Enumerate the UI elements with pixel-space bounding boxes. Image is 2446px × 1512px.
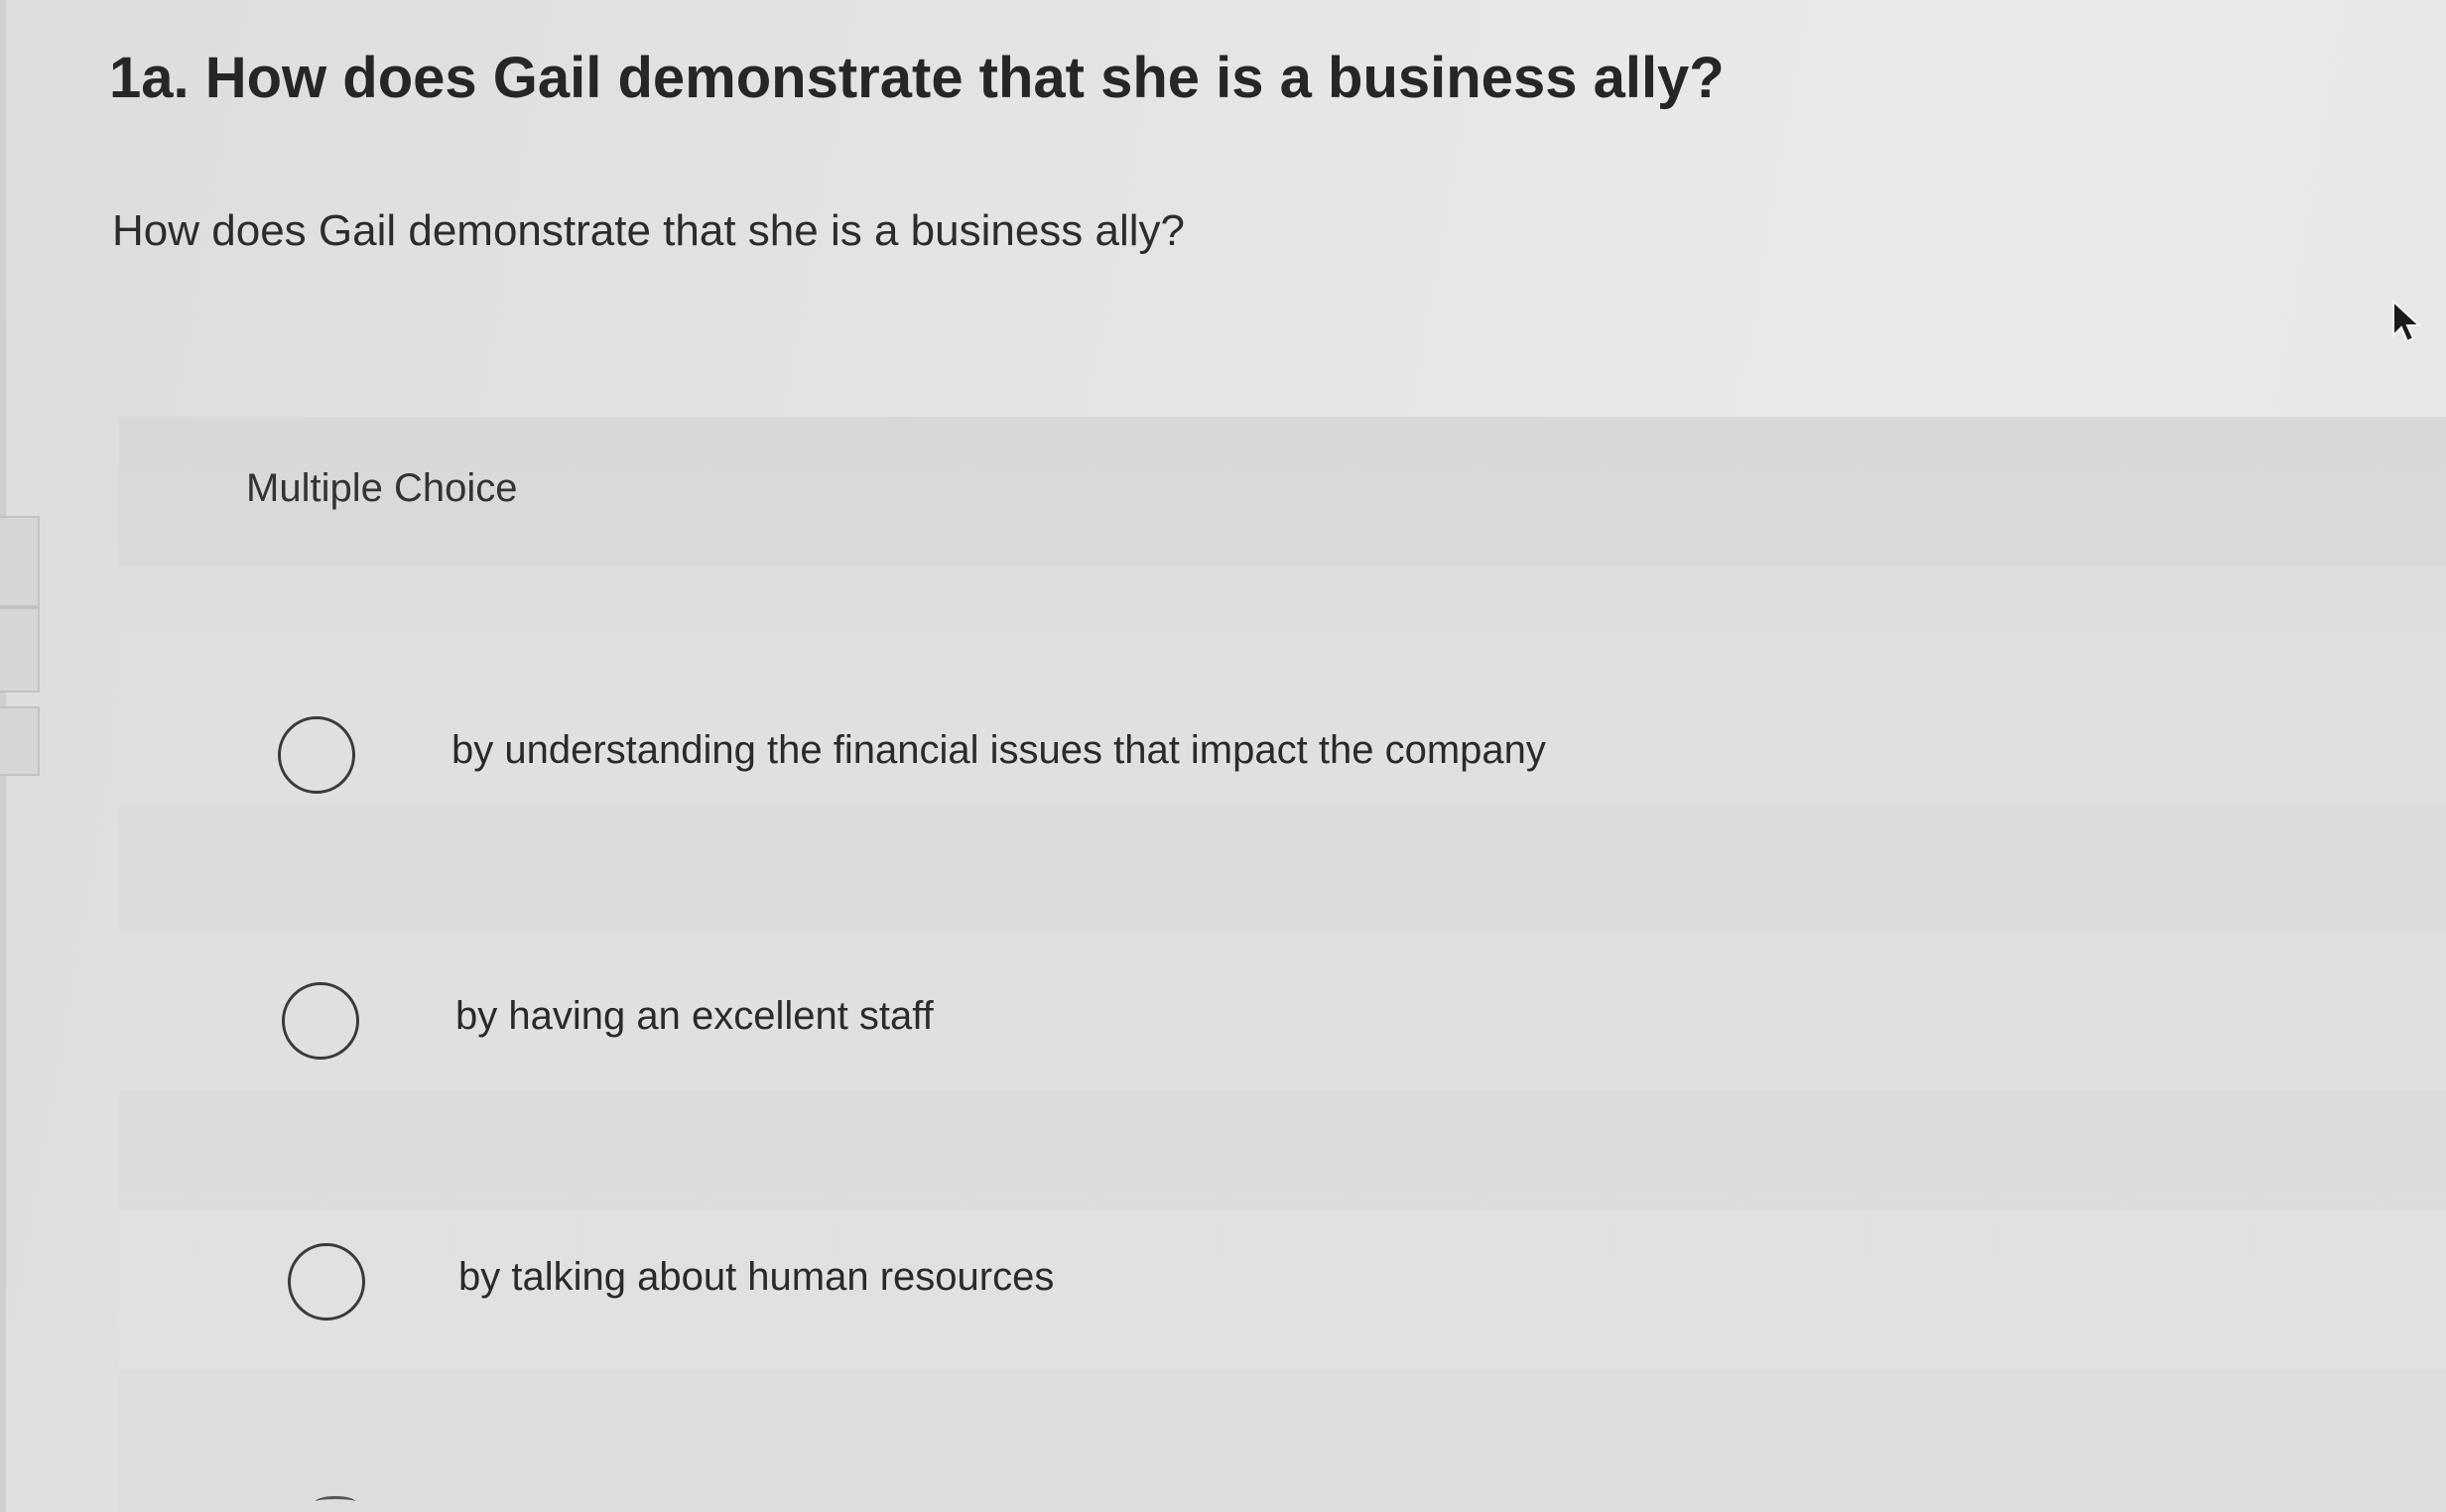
edge-tab	[0, 706, 40, 776]
option-understanding-financial-issues[interactable]: by understanding the financial issues th…	[278, 716, 1588, 806]
option-human-resources[interactable]: by talking about human resources	[288, 1243, 1181, 1332]
multiple-choice-label: Multiple Choice	[246, 466, 518, 510]
radio-button[interactable]	[278, 716, 355, 794]
option-label: by understanding the financial issues th…	[451, 728, 1546, 772]
option-excellent-staff[interactable]: by having an excellent staff	[282, 982, 1175, 1071]
mouse-cursor-icon	[2392, 299, 2422, 343]
edge-tab	[0, 516, 40, 607]
option-label: by having an excellent staff	[455, 994, 934, 1038]
question-title: 1a. How does Gail demonstrate that she i…	[109, 46, 1725, 110]
page: 1a. How does Gail demonstrate that she i…	[0, 0, 2446, 1512]
edge-tab	[0, 607, 40, 693]
partial-radio-edge	[316, 1496, 355, 1507]
multiple-choice-panel	[119, 417, 2446, 1512]
option-label: by talking about human resources	[458, 1255, 1055, 1299]
question-text: How does Gail demonstrate that she is a …	[112, 206, 1186, 255]
radio-button[interactable]	[288, 1243, 365, 1321]
radio-button[interactable]	[282, 982, 359, 1060]
